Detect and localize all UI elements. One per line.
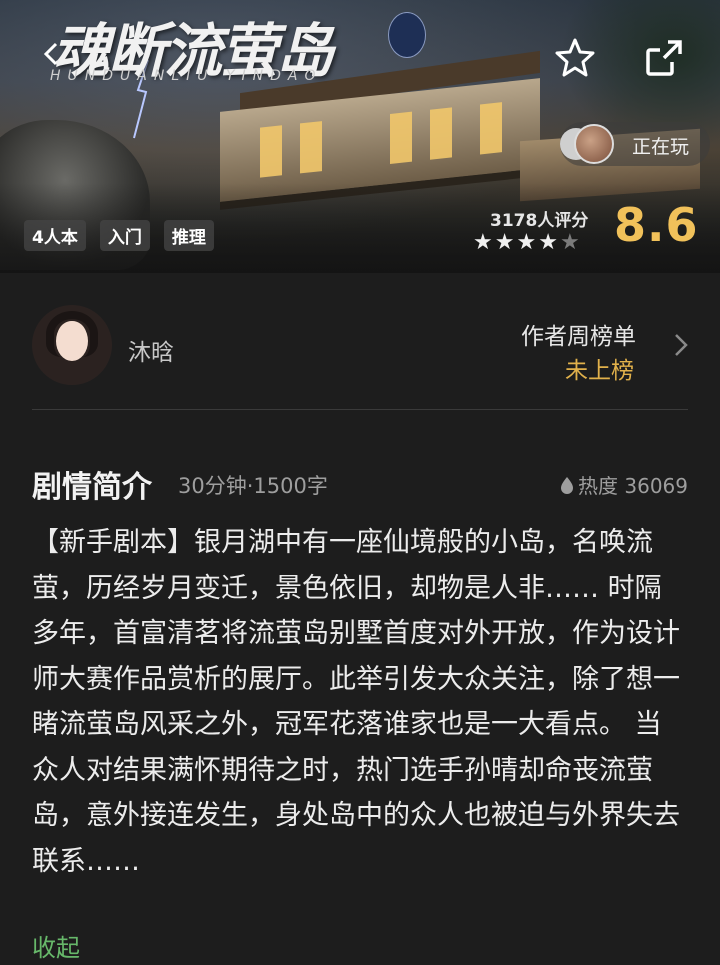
favorite-star-icon[interactable]	[553, 36, 597, 80]
title-seal-icon	[388, 12, 426, 58]
flame-icon	[561, 476, 574, 494]
star-filled-icon: ★	[473, 230, 493, 255]
synopsis-body: 【新手剧本】银月湖中有一座仙境般的小岛，名唤流萤，历经岁月变迁，景色依旧，却物是…	[32, 527, 680, 877]
chevron-right-icon[interactable]	[674, 333, 688, 357]
cover-banner: 魂断流萤岛 HUNDUANLIU YINDAO 正在玩 4人本 入门 推理 31…	[0, 0, 720, 273]
cover-window	[430, 107, 452, 160]
rating-count: 3178人评分	[490, 211, 589, 231]
heat-value: 热度 36069	[578, 474, 688, 498]
tag-players[interactable]: 4人本	[24, 220, 86, 251]
cover-window	[300, 121, 322, 174]
star-filled-icon: ★	[538, 230, 558, 255]
script-title-pinyin: HUNDUANLIU YINDAO	[50, 68, 323, 84]
share-icon[interactable]	[642, 36, 686, 80]
tag-difficulty[interactable]: 入门	[99, 220, 150, 251]
now-playing-label: 正在玩	[632, 136, 690, 158]
synopsis-header: 剧情简介 30分钟·1500字 热度 36069	[32, 460, 688, 505]
weekly-rank-value: 未上榜	[565, 358, 634, 384]
star-rating: ★ ★ ★ ★ ★	[473, 232, 580, 254]
synopsis-meta: 30分钟·1500字	[178, 474, 328, 498]
avatar-face	[56, 321, 88, 361]
author-row[interactable]: 沐晗 作者周榜单 未上榜	[0, 273, 720, 410]
cover-window	[390, 111, 412, 164]
star-filled-icon: ★	[494, 230, 515, 255]
back-arrow-icon[interactable]	[38, 40, 66, 68]
synopsis-title: 剧情简介	[32, 470, 152, 505]
star-filled-icon: ★	[516, 230, 537, 255]
now-playing-button[interactable]: 正在玩	[560, 122, 710, 166]
cover-window	[260, 125, 282, 178]
cover-window	[480, 102, 502, 155]
tag-list: 4人本 入门 推理	[24, 220, 214, 251]
star-empty-icon: ★	[559, 230, 580, 255]
author-avatar[interactable]	[32, 305, 112, 385]
player-avatar	[574, 124, 614, 164]
collapse-button[interactable]: 收起	[32, 928, 80, 963]
divider	[32, 409, 688, 410]
heat-indicator: 热度 36069	[560, 470, 688, 499]
author-name[interactable]: 沐晗	[128, 333, 174, 367]
rating-score: 8.6	[614, 198, 699, 252]
tag-genre[interactable]: 推理	[163, 220, 214, 251]
weekly-rank-label: 作者周榜单	[521, 324, 636, 350]
